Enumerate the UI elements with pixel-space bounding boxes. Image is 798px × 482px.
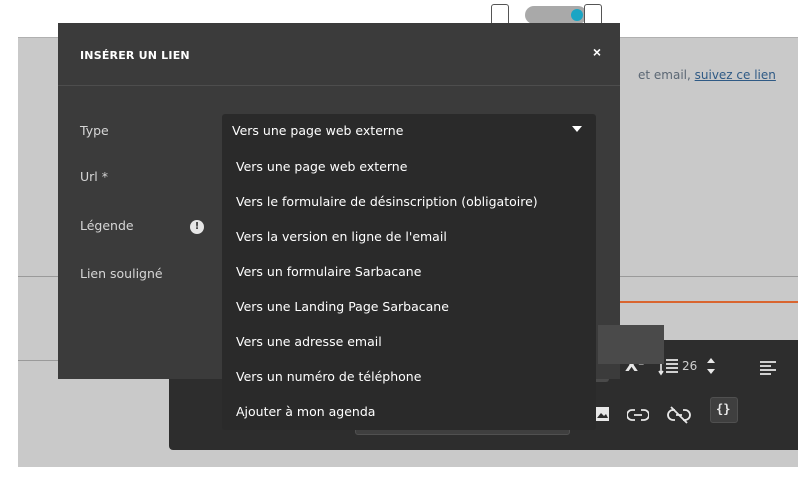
type-option-landing-page[interactable]: Vers une Landing Page Sarbacane xyxy=(236,299,449,314)
type-option-online-version[interactable]: Vers la version en ligne de l'email xyxy=(236,229,447,244)
toggle-knob xyxy=(571,9,583,21)
stepper-icon[interactable] xyxy=(706,356,716,376)
modal-title: INSÉRER UN LIEN xyxy=(80,49,190,62)
type-option-email-address[interactable]: Vers une adresse email xyxy=(236,334,382,349)
image-icon[interactable] xyxy=(594,406,610,422)
background-paragraph: et email, suivez ce lien xyxy=(638,68,776,82)
chevron-down-icon xyxy=(572,126,582,132)
background-link[interactable]: suivez ce lien xyxy=(695,68,776,82)
type-option-web-page[interactable]: Vers une page web externe xyxy=(236,159,407,174)
view-toggle[interactable] xyxy=(525,6,587,24)
url-label: Url * xyxy=(80,169,108,184)
type-select[interactable]: Vers une page web externe xyxy=(222,114,596,146)
type-option-unsubscribe[interactable]: Vers le formulaire de désinscription (ob… xyxy=(236,194,538,209)
type-option-add-to-calendar[interactable]: Ajouter à mon agenda xyxy=(236,404,375,419)
align-left-icon[interactable] xyxy=(759,360,777,376)
type-options-list: Vers une page web externe Vers le formul… xyxy=(222,146,596,430)
close-icon[interactable]: × xyxy=(588,42,606,62)
code-icon: {} xyxy=(716,402,731,416)
legend-label: Légende xyxy=(80,218,134,233)
code-button[interactable]: {} xyxy=(710,397,738,423)
modal-header: INSÉRER UN LIEN × xyxy=(58,23,620,86)
modal-action-button-partial xyxy=(598,325,664,364)
type-label: Type xyxy=(80,123,109,138)
background-text: et email, xyxy=(638,68,695,82)
line-height-value: 26 xyxy=(682,359,698,373)
legend-alert-icon[interactable]: ! xyxy=(190,220,204,234)
unlink-icon[interactable] xyxy=(667,406,691,424)
type-option-phone-number[interactable]: Vers un numéro de téléphone xyxy=(236,369,421,384)
link-icon[interactable] xyxy=(627,408,649,422)
accent-divider xyxy=(614,301,798,303)
type-option-sarbacane-form[interactable]: Vers un formulaire Sarbacane xyxy=(236,264,421,279)
type-select-value: Vers une page web externe xyxy=(232,123,404,138)
underline-label: Lien souligné xyxy=(80,266,163,281)
line-height-control[interactable]: 26 xyxy=(658,356,730,378)
